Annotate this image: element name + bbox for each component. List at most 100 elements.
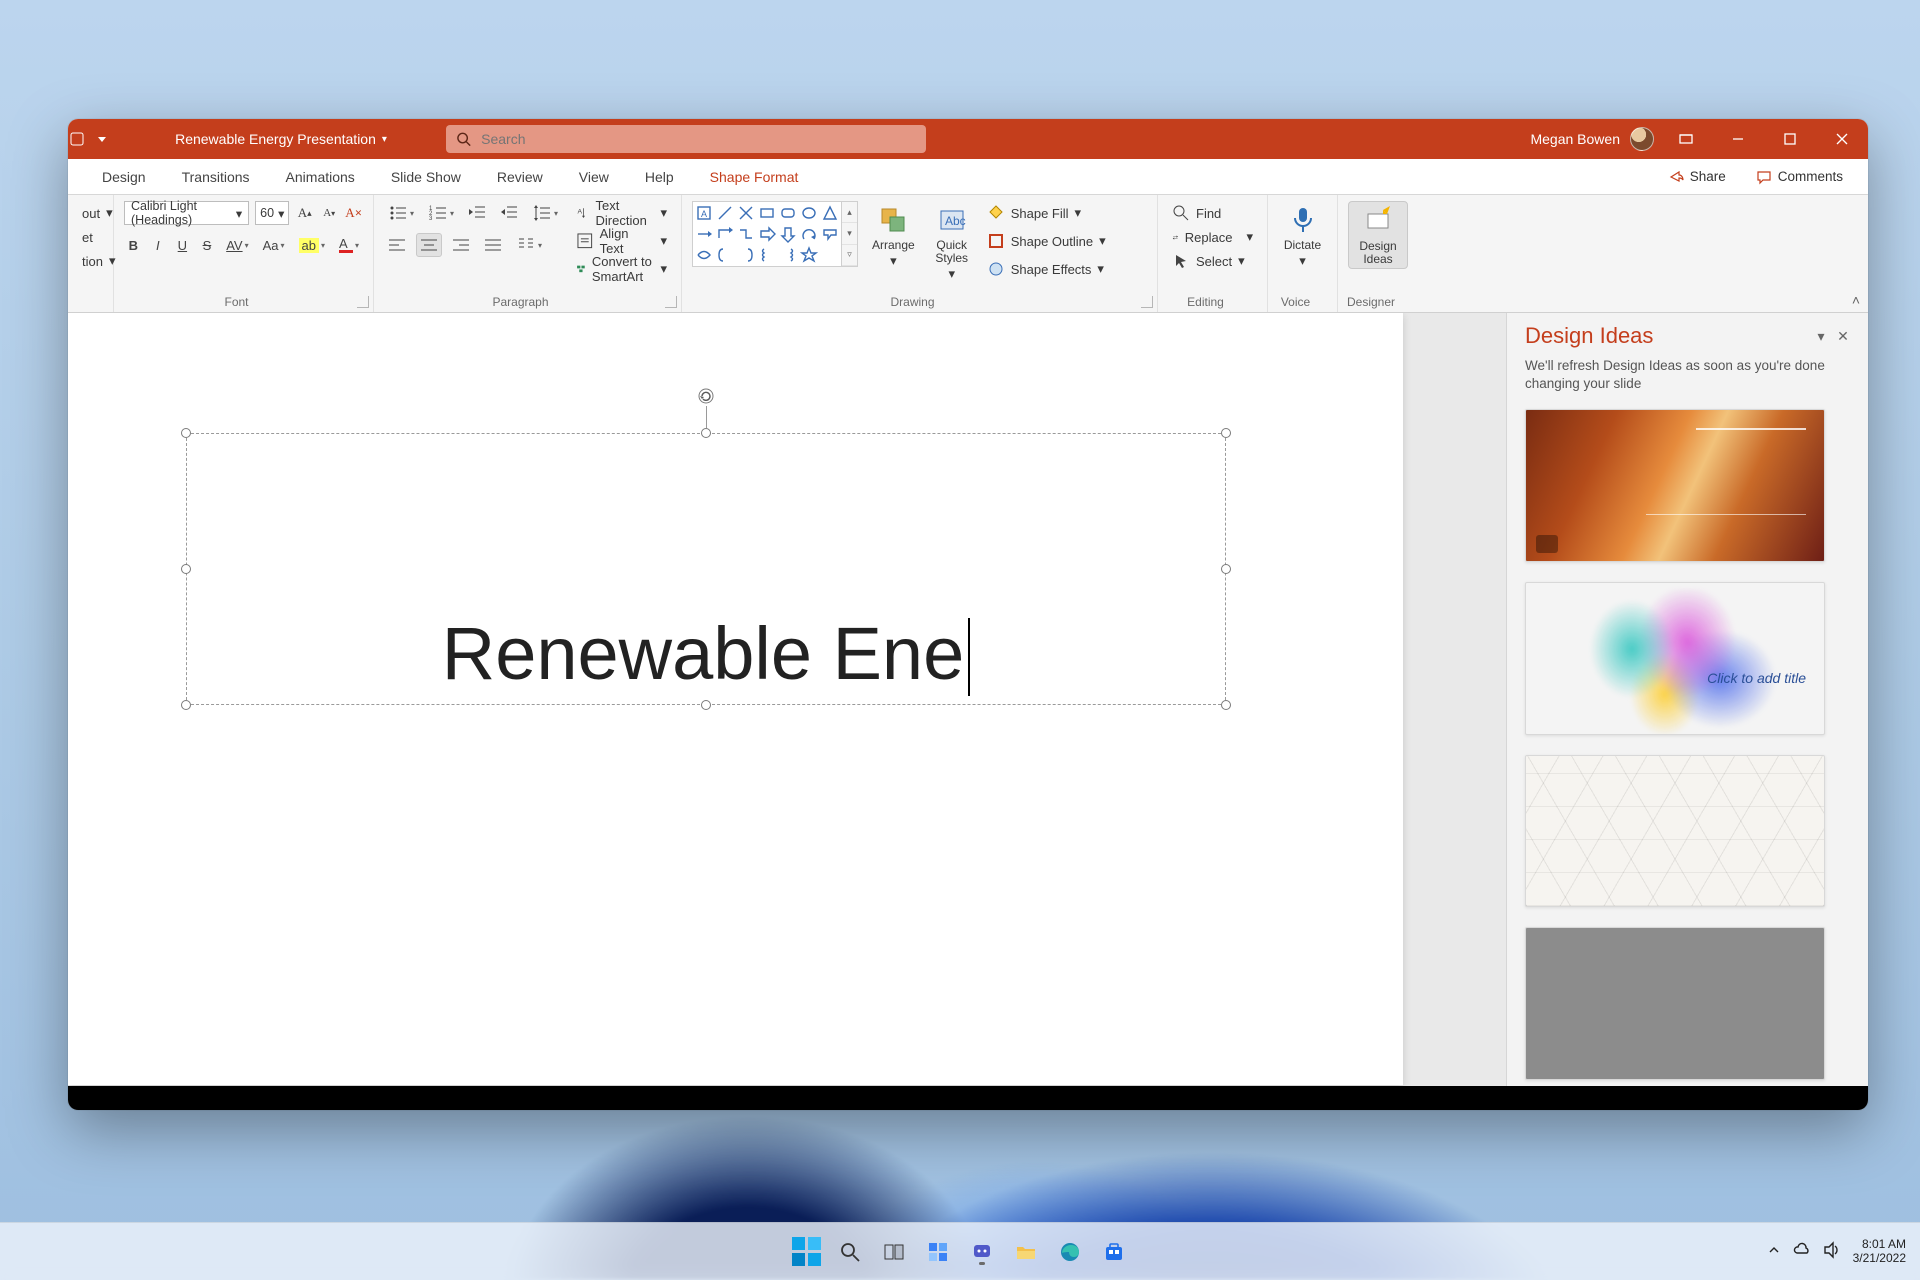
rotation-handle[interactable] — [696, 386, 716, 406]
resize-handle-br[interactable] — [1221, 700, 1231, 710]
grow-font-button[interactable]: A▴ — [295, 201, 314, 225]
taskbar-search-button[interactable] — [833, 1235, 867, 1269]
tray-overflow-button[interactable] — [1767, 1243, 1781, 1260]
reset-button[interactable]: et — [78, 225, 103, 249]
dictate-button[interactable]: Dictate▾ — [1278, 201, 1327, 270]
shapes-gallery[interactable]: A — [692, 201, 842, 267]
tab-view[interactable]: View — [563, 159, 625, 194]
strikethrough-button[interactable]: S — [198, 233, 217, 257]
arrange-button[interactable]: Arrange▾ — [866, 201, 921, 270]
resize-handle-tr[interactable] — [1221, 428, 1231, 438]
layout-button[interactable]: out▾ — [78, 201, 103, 225]
tab-animations[interactable]: Animations — [270, 159, 371, 194]
task-view-button[interactable] — [877, 1235, 911, 1269]
account-area[interactable]: Megan Bowen — [1530, 127, 1660, 151]
columns-button[interactable]: ▾ — [512, 233, 546, 257]
resize-handle-tm[interactable] — [701, 428, 711, 438]
design-idea-1[interactable] — [1525, 409, 1825, 562]
pane-close-button[interactable]: ✕ — [1832, 328, 1854, 345]
resize-handle-mr[interactable] — [1221, 564, 1231, 574]
volume-icon[interactable] — [1823, 1241, 1841, 1262]
slide-editor[interactable]: Renewable Ene — [68, 313, 1506, 1086]
resize-handle-bl[interactable] — [181, 700, 191, 710]
document-title[interactable]: Renewable Energy Presentation ▾ — [116, 131, 446, 147]
clock[interactable]: 8:01 AM 3/21/2022 — [1853, 1238, 1906, 1266]
shapes-gallery-scroll[interactable]: ▴▾▿ — [842, 201, 858, 267]
share-button[interactable]: Share — [1657, 165, 1737, 189]
align-left-button[interactable] — [384, 233, 410, 257]
collapse-ribbon-button[interactable]: ˄ — [1852, 292, 1860, 308]
minimize-button[interactable] — [1712, 119, 1764, 159]
file-explorer-button[interactable] — [1009, 1235, 1043, 1269]
align-right-button[interactable] — [448, 233, 474, 257]
design-idea-2[interactable]: Click to add title — [1525, 582, 1825, 735]
select-button[interactable]: Select▾ — [1168, 249, 1257, 273]
shape-fill-icon — [987, 204, 1005, 222]
onedrive-icon[interactable] — [1793, 1241, 1811, 1262]
justify-button[interactable] — [480, 233, 506, 257]
char-spacing-button[interactable]: AV▾ — [222, 233, 252, 257]
shape-outline-button[interactable]: Shape Outline▾ — [983, 229, 1110, 253]
design-idea-list[interactable]: Click to add title — [1507, 403, 1868, 1086]
align-center-button[interactable] — [416, 233, 442, 257]
drawing-dialog-launcher[interactable] — [1141, 296, 1153, 308]
taskbar-chat-button[interactable] — [965, 1235, 999, 1269]
tab-design[interactable]: Design — [86, 159, 162, 194]
font-color-button[interactable]: A▾ — [335, 233, 363, 257]
start-button[interactable] — [789, 1235, 823, 1269]
title-textbox[interactable]: Renewable Ene — [186, 433, 1226, 705]
section-button[interactable]: tion▾ — [78, 249, 103, 273]
resize-handle-ml[interactable] — [181, 564, 191, 574]
slide-canvas[interactable]: Renewable Ene — [68, 313, 1403, 1085]
paragraph-dialog-launcher[interactable] — [665, 296, 677, 308]
font-size-combo[interactable]: 60▾ — [255, 201, 289, 225]
change-case-button[interactable]: Aa▾ — [259, 233, 289, 257]
title-text[interactable]: Renewable Ene — [187, 434, 1225, 704]
autosave-icon[interactable] — [68, 127, 85, 151]
replace-button[interactable]: Replace▾ — [1168, 225, 1257, 249]
tab-shape-format[interactable]: Shape Format — [694, 159, 815, 194]
close-button[interactable] — [1816, 119, 1868, 159]
underline-button[interactable]: U — [173, 233, 192, 257]
bullets-button[interactable]: ▾ — [384, 201, 418, 225]
decrease-indent-button[interactable] — [464, 201, 490, 225]
shape-effects-button[interactable]: Shape Effects▾ — [983, 257, 1110, 281]
search-input[interactable] — [481, 131, 916, 147]
clear-formatting-button[interactable]: A✕ — [344, 201, 363, 225]
resize-handle-bm[interactable] — [701, 700, 711, 710]
shrink-font-button[interactable]: A▾ — [320, 201, 339, 225]
convert-smartart-button[interactable]: Convert to SmartArt▾ — [572, 257, 671, 281]
align-text-button[interactable]: Align Text▾ — [572, 229, 671, 253]
numbering-button[interactable]: 123▾ — [424, 201, 458, 225]
comments-button[interactable]: Comments — [1745, 165, 1854, 189]
increase-indent-button[interactable] — [496, 201, 522, 225]
italic-button[interactable]: I — [149, 233, 168, 257]
store-button[interactable] — [1097, 1235, 1131, 1269]
design-ideas-button[interactable]: DesignIdeas — [1348, 201, 1408, 269]
svg-text:Abc: Abc — [945, 214, 966, 228]
quick-styles-button[interactable]: Abc QuickStyles▾ — [929, 201, 975, 284]
maximize-button[interactable] — [1764, 119, 1816, 159]
tab-help[interactable]: Help — [629, 159, 690, 194]
line-spacing-button[interactable]: ▾ — [528, 201, 562, 225]
design-idea-3[interactable] — [1525, 755, 1825, 908]
tab-review[interactable]: Review — [481, 159, 559, 194]
resize-handle-tl[interactable] — [181, 428, 191, 438]
edge-button[interactable] — [1053, 1235, 1087, 1269]
highlight-button[interactable]: ab▾ — [295, 233, 329, 257]
find-button[interactable]: Find — [1168, 201, 1257, 225]
bold-button[interactable]: B — [124, 233, 143, 257]
search-box[interactable] — [446, 125, 926, 153]
tab-transitions[interactable]: Transitions — [166, 159, 266, 194]
text-direction-icon: A — [576, 204, 589, 222]
font-name-combo[interactable]: Calibri Light (Headings)▾ — [124, 201, 249, 225]
text-direction-button[interactable]: AText Direction▾ — [572, 201, 671, 225]
tab-slide-show[interactable]: Slide Show — [375, 159, 477, 194]
pane-options-button[interactable]: ▾ — [1810, 328, 1832, 345]
widgets-button[interactable] — [921, 1235, 955, 1269]
font-dialog-launcher[interactable] — [357, 296, 369, 308]
design-idea-4[interactable] — [1525, 927, 1825, 1080]
qat-dropdown-icon[interactable] — [93, 127, 110, 151]
shape-fill-button[interactable]: Shape Fill▾ — [983, 201, 1110, 225]
ribbon-display-options[interactable] — [1660, 119, 1712, 159]
